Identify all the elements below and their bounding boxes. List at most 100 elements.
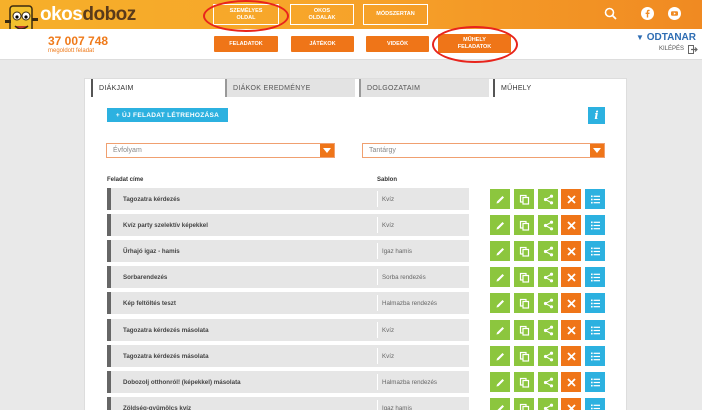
share-icon[interactable]: [538, 346, 558, 366]
share-icon[interactable]: [538, 320, 558, 340]
list-icon[interactable]: [585, 398, 605, 410]
copy-icon[interactable]: [514, 372, 534, 392]
divider: [377, 217, 378, 233]
list-icon[interactable]: [585, 241, 605, 261]
nav-smart-pages[interactable]: OKOS OLDALAK: [290, 4, 354, 25]
pencil-icon[interactable]: [490, 398, 510, 410]
copy-icon[interactable]: [514, 293, 534, 313]
table-row[interactable]: Kép feltöltés teszt Halmazba rendezés: [107, 292, 469, 314]
pencil-icon[interactable]: [490, 215, 510, 235]
solved-count-label: megoldott feladat: [48, 48, 95, 54]
close-icon[interactable]: [561, 215, 581, 235]
task-title: Tagozatra kérdezés másolata: [123, 352, 209, 360]
close-icon[interactable]: [561, 372, 581, 392]
copy-icon[interactable]: [514, 189, 534, 209]
list-icon[interactable]: [585, 293, 605, 313]
copy-icon[interactable]: [514, 320, 534, 340]
share-icon[interactable]: [538, 241, 558, 261]
copy-icon[interactable]: [514, 241, 534, 261]
user-menu[interactable]: ▼ ODTANAR: [636, 32, 696, 43]
task-title: Sorbarendezés: [123, 273, 168, 281]
nav-tasks[interactable]: FELADATOK: [214, 36, 278, 52]
info-icon[interactable]: i: [588, 107, 605, 124]
task-title: Tagozatra kérdezés: [123, 195, 180, 203]
pencil-icon[interactable]: [490, 293, 510, 313]
nav-videos[interactable]: VIDEÓK: [366, 36, 429, 52]
table-row[interactable]: Sorbarendezés Sorba rendezés: [107, 266, 469, 288]
task-template: Halmazba rendezés: [382, 378, 438, 386]
tab-student-results[interactable]: DIÁKOK EREDMÉNYE: [225, 79, 355, 97]
table-row[interactable]: Tagozatra kérdezés Kvíz: [107, 188, 469, 210]
copy-icon[interactable]: [514, 267, 534, 287]
logout-icon[interactable]: [688, 45, 698, 54]
share-icon[interactable]: [538, 372, 558, 392]
pencil-icon[interactable]: [490, 372, 510, 392]
table-row[interactable]: Kvíz party szelektív képekkel Kvíz: [107, 214, 469, 236]
facebook-icon[interactable]: [641, 7, 654, 20]
tab-my-tests[interactable]: DOLGOZATAIM: [359, 79, 489, 97]
close-icon[interactable]: [561, 267, 581, 287]
list-icon[interactable]: [585, 267, 605, 287]
list-icon[interactable]: [585, 320, 605, 340]
tab-workshop[interactable]: MŰHELY: [493, 79, 621, 97]
table-row[interactable]: Űrhajó igaz - hamis Igaz hamis: [107, 240, 469, 262]
divider: [377, 243, 378, 259]
logout-link[interactable]: KILÉPÉS: [659, 46, 684, 52]
task-template: Kvíz: [382, 195, 395, 203]
share-icon[interactable]: [538, 267, 558, 287]
copy-icon[interactable]: [514, 398, 534, 410]
chevron-down-icon: ▼: [636, 33, 644, 42]
table-row[interactable]: Dobozolj otthonról! (képekkel) másolata H…: [107, 371, 469, 393]
user-name: ODTANAR: [646, 32, 696, 43]
nav-workshop-tasks[interactable]: MŰHELY FELADATOK: [438, 34, 511, 53]
close-icon[interactable]: [561, 241, 581, 261]
list-icon[interactable]: [585, 189, 605, 209]
column-header-template: Sablon: [377, 177, 398, 183]
divider: [377, 269, 378, 285]
pencil-icon[interactable]: [490, 189, 510, 209]
search-icon[interactable]: [604, 7, 617, 20]
close-icon[interactable]: [561, 293, 581, 313]
nav-personal-page[interactable]: SZEMÉLYES OLDAL: [213, 4, 279, 25]
share-icon[interactable]: [538, 398, 558, 410]
subject-select-value: Tantárgy: [369, 147, 396, 154]
grade-select[interactable]: Évfolyam: [106, 143, 335, 158]
close-icon[interactable]: [561, 320, 581, 340]
task-template: Igaz hamis: [382, 404, 412, 410]
task-title: Kvíz party szelektív képekkel: [123, 221, 208, 229]
list-icon[interactable]: [585, 372, 605, 392]
nav-games[interactable]: JÁTÉKOK: [291, 36, 354, 52]
table-row[interactable]: Tagozatra kérdezés másolata Kvíz: [107, 319, 469, 341]
pencil-icon[interactable]: [490, 267, 510, 287]
chevron-down-icon: [590, 144, 604, 157]
task-title: Zöldség-gyümölcs kvíz: [123, 404, 192, 410]
divider: [377, 400, 378, 410]
new-task-button[interactable]: + ÚJ FELADAT LÉTREHOZÁSA: [107, 108, 228, 122]
nav-methodology[interactable]: MÓDSZERTAN: [363, 4, 428, 25]
tab-my-students[interactable]: DIÁKJAIM: [91, 79, 221, 97]
task-template: Sorba rendezés: [382, 273, 426, 281]
table-row[interactable]: Tagozatra kérdezés másolata Kvíz: [107, 345, 469, 367]
copy-icon[interactable]: [514, 215, 534, 235]
close-icon[interactable]: [561, 346, 581, 366]
task-template: Kvíz: [382, 352, 395, 360]
divider: [377, 374, 378, 390]
task-template: Kvíz: [382, 221, 395, 229]
logo[interactable]: okosdoboz: [40, 4, 136, 26]
pencil-icon[interactable]: [490, 241, 510, 261]
share-icon[interactable]: [538, 215, 558, 235]
close-icon[interactable]: [561, 189, 581, 209]
youtube-icon[interactable]: [668, 7, 681, 20]
share-icon[interactable]: [538, 293, 558, 313]
pencil-icon[interactable]: [490, 346, 510, 366]
list-icon[interactable]: [585, 215, 605, 235]
subject-select[interactable]: Tantárgy: [362, 143, 605, 158]
pencil-icon[interactable]: [490, 320, 510, 340]
list-icon[interactable]: [585, 346, 605, 366]
task-template: Igaz hamis: [382, 247, 412, 255]
share-icon[interactable]: [538, 189, 558, 209]
table-row[interactable]: Zöldség-gyümölcs kvíz Igaz hamis: [107, 397, 469, 410]
close-icon[interactable]: [561, 398, 581, 410]
task-title: Űrhajó igaz - hamis: [123, 247, 180, 255]
copy-icon[interactable]: [514, 346, 534, 366]
